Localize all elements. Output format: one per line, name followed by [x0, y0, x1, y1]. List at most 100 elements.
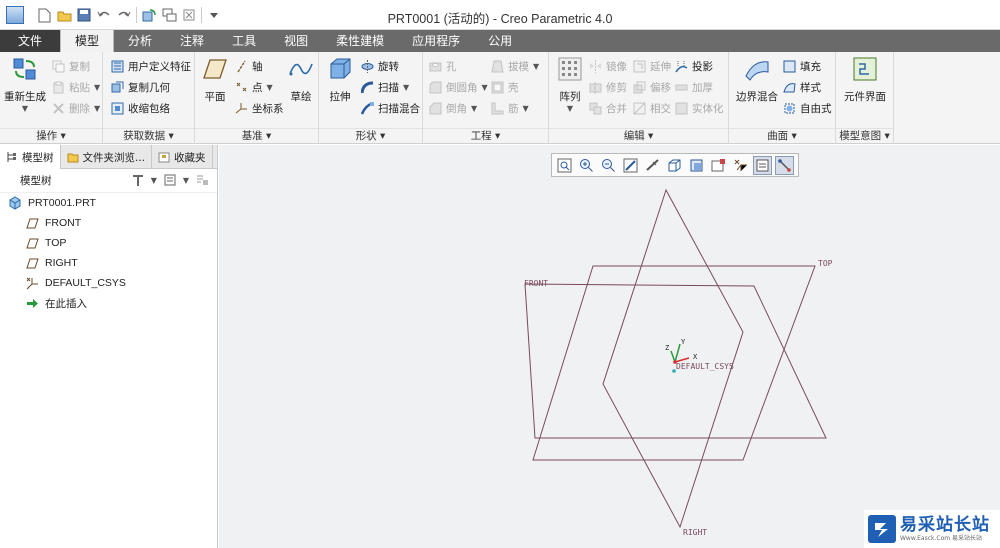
offset-icon	[633, 81, 646, 93]
chamfer-button[interactable]: 倒角 ▼	[429, 99, 477, 117]
tab-model-tree[interactable]: 模型树	[0, 145, 61, 169]
copy-button[interactable]: 复制	[52, 57, 90, 75]
delete-button[interactable]: 删除 ▼	[52, 99, 100, 117]
csys-label: DEFAULT_CSYS	[676, 362, 734, 371]
tab-tools[interactable]: 工具	[218, 30, 270, 52]
datum-plane-icon	[26, 218, 39, 228]
chamfer-icon	[429, 102, 442, 114]
axis-button[interactable]: 轴	[235, 57, 263, 75]
group-label-editing[interactable]: 编辑 ▾	[549, 128, 728, 142]
delete-icon	[53, 102, 64, 114]
axis-label: 轴	[252, 60, 263, 73]
solidify-button[interactable]: 实体化	[675, 99, 724, 117]
tree-item-default-csys[interactable]: DEFAULT_CSYS	[0, 273, 217, 293]
point-button[interactable]: 点 ▼	[235, 78, 273, 96]
tree-item-label: 在此插入	[45, 297, 87, 310]
regenerate-button[interactable]: 重新生成 ▼	[2, 56, 48, 113]
hole-button[interactable]: 孔	[429, 57, 457, 75]
component-interface-icon	[853, 57, 877, 81]
tab-common[interactable]: 公用	[474, 30, 526, 52]
group-model-intent: 元件界面 模型意图 ▾	[836, 52, 894, 144]
delete-label: 删除	[69, 102, 90, 115]
datum-label-front: FRONT	[524, 279, 548, 288]
tree-item-insert-here[interactable]: 在此插入	[0, 293, 217, 313]
tab-favorites-label: 收藏夹	[174, 151, 206, 164]
group-label-get-data[interactable]: 获取数据 ▾	[103, 128, 194, 142]
tree-item-top[interactable]: TOP	[0, 233, 217, 253]
chevron-down-icon: ▼	[94, 103, 101, 113]
freestyle-button[interactable]: 自由式	[783, 99, 832, 117]
graphics-window[interactable]: FRONT TOP RIGHT Z Y X DEFAULT_CSYS 易采站长站…	[219, 145, 1000, 548]
pattern-button[interactable]: 阵列 ▼	[553, 56, 587, 113]
csys-icon	[235, 102, 247, 113]
tab-folder-browser[interactable]: 文件夹浏览...	[61, 145, 153, 169]
csys-button[interactable]: 坐标系	[235, 99, 284, 117]
udf-icon	[111, 60, 124, 72]
extrude-label: 拉伸	[329, 91, 351, 103]
tab-applications[interactable]: 应用程序	[398, 30, 474, 52]
intersect-button[interactable]: 相交	[633, 99, 671, 117]
group-label-engineering[interactable]: 工程 ▾	[423, 128, 548, 142]
draft-button[interactable]: 拔模 ▼	[491, 57, 539, 75]
part-icon	[9, 196, 21, 210]
rib-button[interactable]: 筋 ▼	[491, 99, 529, 117]
tab-model[interactable]: 模型	[60, 30, 115, 52]
tab-view[interactable]: 视图	[270, 30, 322, 52]
tree-settings-icon[interactable]	[131, 173, 145, 187]
merge-button[interactable]: 合并	[589, 99, 627, 117]
revolve-icon	[361, 59, 374, 73]
tree-filter-icon[interactable]	[195, 173, 209, 187]
udf-button[interactable]: 用户定义特征	[111, 57, 191, 75]
shell-button[interactable]: 壳	[491, 78, 519, 96]
tab-analysis[interactable]: 分析	[114, 30, 166, 52]
tab-annotate[interactable]: 注释	[166, 30, 218, 52]
mirror-button[interactable]: 镜像	[589, 57, 627, 75]
navigator-panel: 模型树 文件夹浏览... 收藏夹 模型树 ▼ ▼ PRT0001.PRT FRO…	[0, 145, 218, 548]
group-label-datum[interactable]: 基准 ▾	[195, 128, 318, 142]
swept-blend-button[interactable]: 扫描混合	[361, 99, 420, 117]
regenerate-label: 重新生成	[4, 91, 46, 103]
thicken-icon	[675, 84, 688, 90]
extrude-button[interactable]: 拉伸	[323, 56, 357, 104]
project-button[interactable]: 投影	[675, 57, 713, 75]
style-button[interactable]: 样式	[783, 78, 821, 96]
round-button[interactable]: 倒圆角 ▼	[429, 78, 488, 96]
chevron-down-icon: ▼	[566, 104, 574, 113]
fill-button[interactable]: 填充	[783, 57, 821, 75]
chevron-down-icon[interactable]: ▼	[183, 176, 189, 185]
tree-item-right[interactable]: RIGHT	[0, 253, 217, 273]
chevron-down-icon: ▼	[481, 82, 488, 92]
sketch-icon	[289, 63, 313, 76]
trim-button[interactable]: 修剪	[589, 78, 627, 96]
group-label-model-intent[interactable]: 模型意图 ▾	[836, 128, 893, 142]
swept-blend-label: 扫描混合	[378, 102, 420, 115]
watermark-sub-text: Www.Easck.Com 易采站长站	[900, 535, 982, 542]
tree-root-part[interactable]: PRT0001.PRT	[0, 193, 217, 213]
udf-label: 用户定义特征	[128, 60, 191, 73]
sweep-button[interactable]: 扫描 ▼	[361, 78, 409, 96]
tree-item-front[interactable]: FRONT	[0, 213, 217, 233]
group-label-operations[interactable]: 操作 ▾	[0, 128, 102, 142]
tab-favorites[interactable]: 收藏夹	[152, 145, 213, 169]
extend-button[interactable]: 延伸	[633, 57, 671, 75]
revolve-button[interactable]: 旋转	[361, 57, 399, 75]
group-label-shapes[interactable]: 形状 ▾	[319, 128, 422, 142]
tab-flexible-modeling[interactable]: 柔性建模	[322, 30, 398, 52]
chevron-down-icon[interactable]: ▼	[151, 176, 157, 185]
boundary-blend-button[interactable]: 边界混合	[733, 56, 781, 104]
tab-file[interactable]: 文件	[0, 30, 61, 52]
group-label-surfaces[interactable]: 曲面 ▾	[729, 128, 835, 142]
trim-label: 修剪	[606, 81, 627, 94]
component-interface-button[interactable]: 元件界面	[838, 56, 892, 104]
plane-button[interactable]: 平面	[199, 56, 231, 104]
intersect-icon	[633, 102, 646, 114]
show-icon[interactable]	[163, 173, 177, 187]
shrinkwrap-button[interactable]: 收缩包络	[111, 99, 170, 117]
sketch-button[interactable]: 草绘	[285, 56, 317, 104]
paste-button[interactable]: 粘贴 ▼	[52, 78, 100, 96]
copy-geometry-button[interactable]: 复制几何	[111, 78, 170, 96]
rib-icon	[491, 102, 504, 114]
csys-label: 坐标系	[252, 102, 284, 115]
thicken-button[interactable]: 加厚	[675, 78, 713, 96]
offset-button[interactable]: 偏移	[633, 78, 671, 96]
